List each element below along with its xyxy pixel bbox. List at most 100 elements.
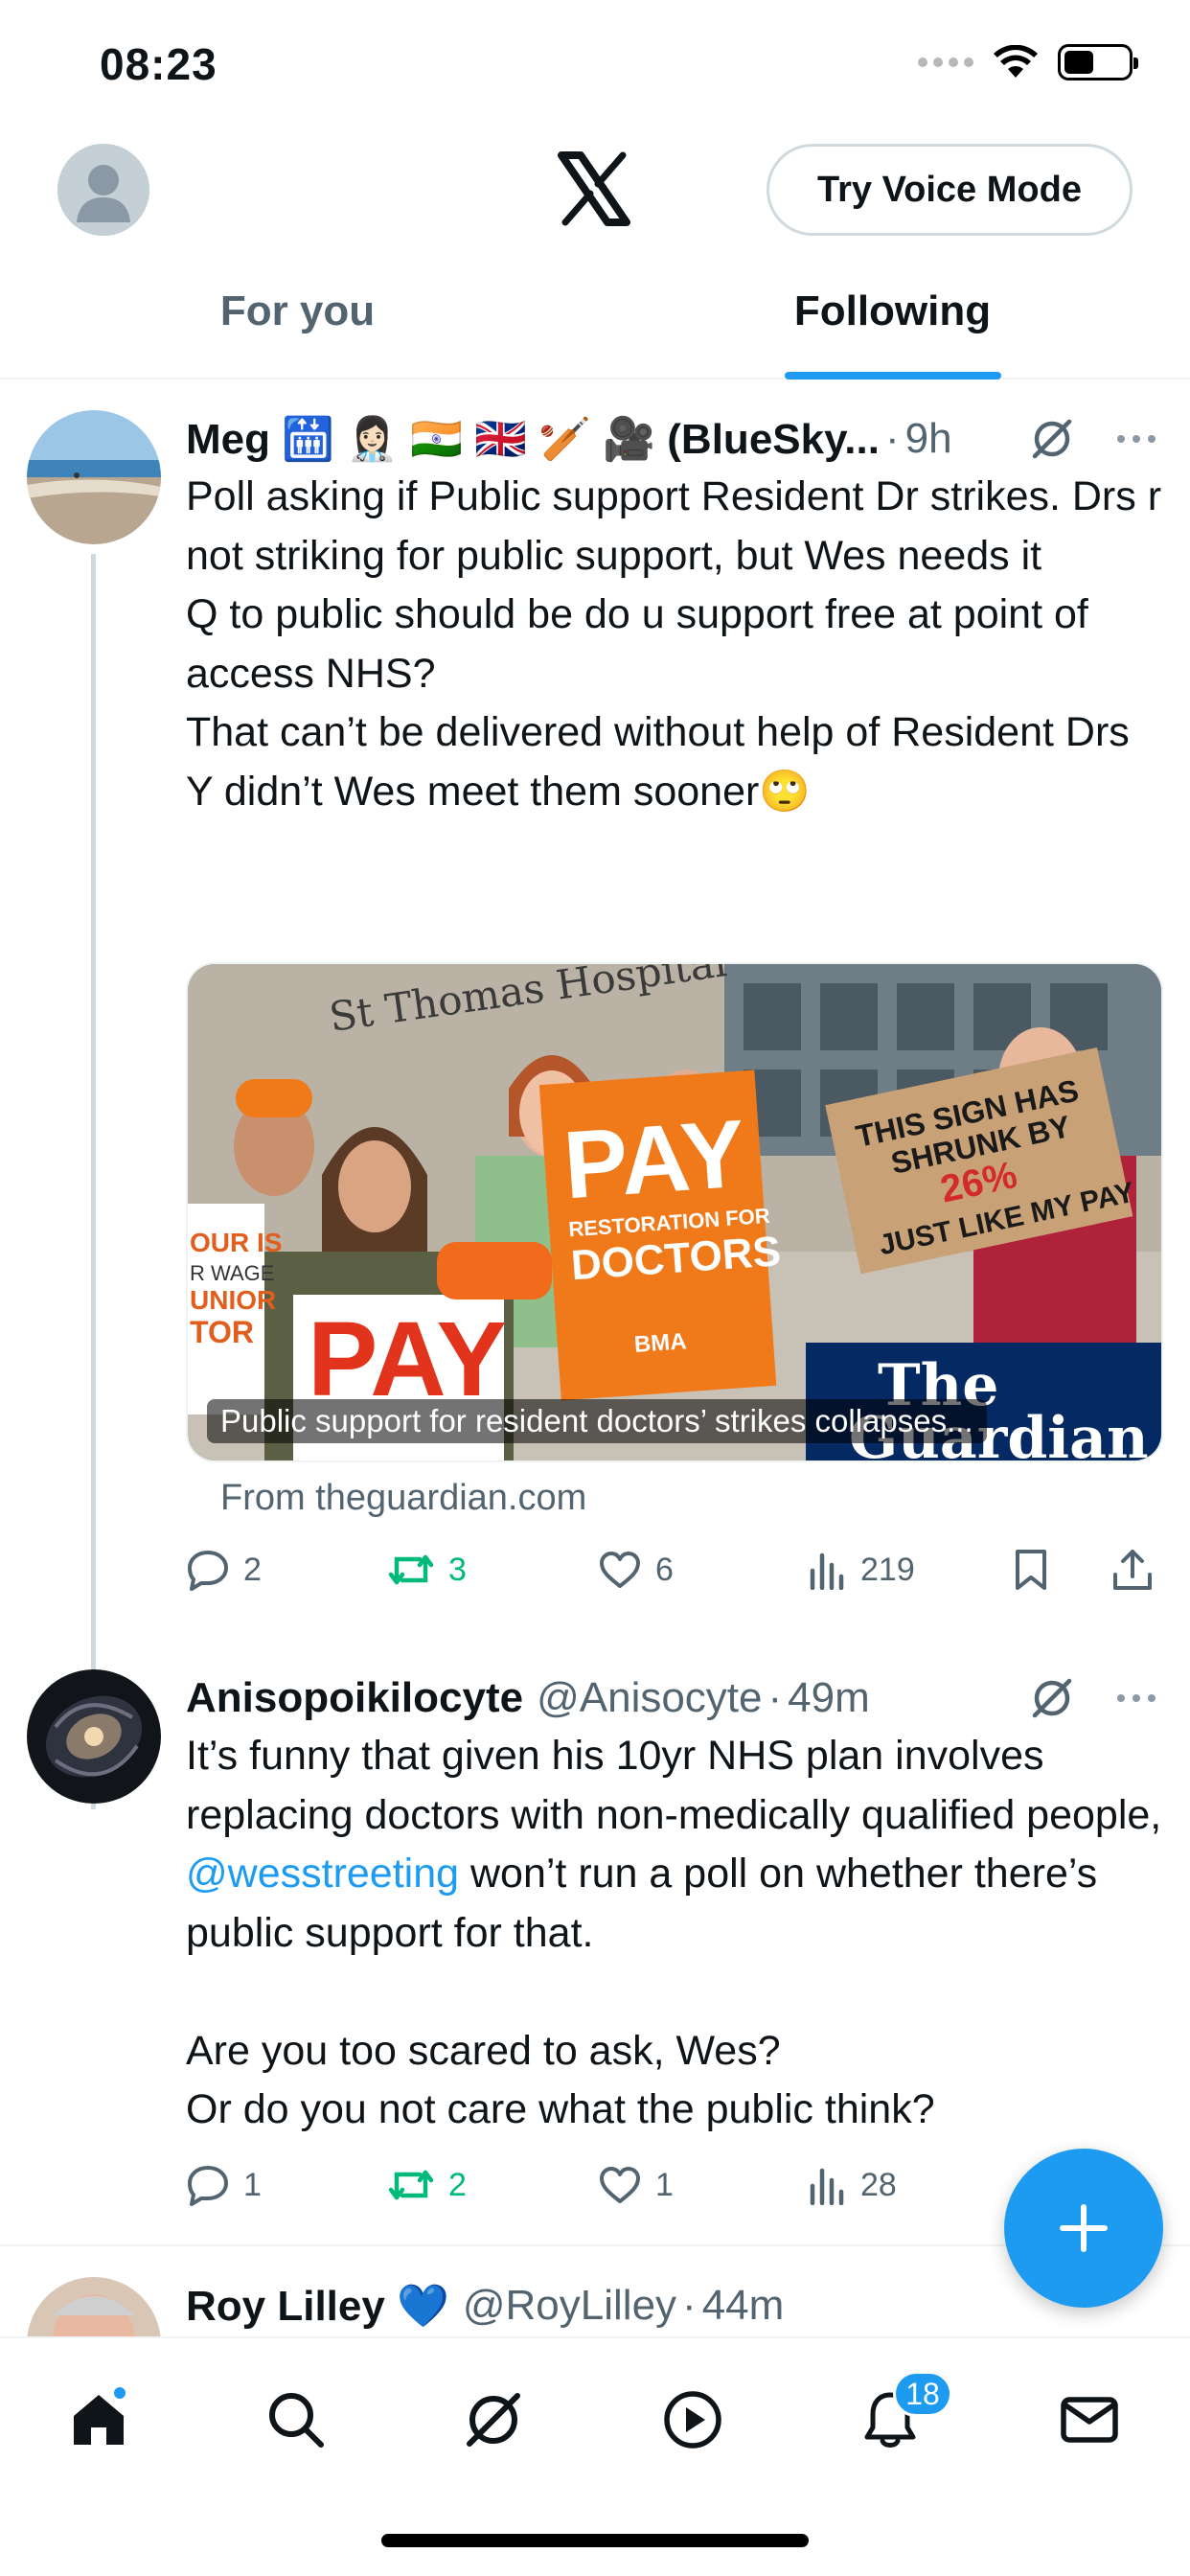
x-logo-icon — [558, 151, 630, 226]
reply-count: 1 — [243, 2166, 262, 2203]
separator: · — [767, 1674, 783, 1721]
top-header: Try Voice Mode — [0, 125, 1190, 259]
notifications-badge: 18 — [893, 2371, 952, 2417]
reply-count: 2 — [243, 1551, 262, 1588]
author-handle[interactable]: @Anisocyte — [537, 1674, 762, 1722]
bookmark-icon — [1016, 1550, 1046, 1590]
card-source[interactable]: From theguardian.com — [220, 1478, 586, 1519]
more-options-icon[interactable] — [1115, 433, 1157, 445]
views-button[interactable]: 219 — [809, 1550, 915, 1590]
post-meg[interactable]: Meg 🛗 👩🏻‍⚕️ 🇮🇳 🇬🇧 🏏 🎥 (BlueSky... · 9h P… — [0, 410, 1190, 1809]
svg-text:BMA: BMA — [633, 1328, 687, 1358]
active-tab-indicator — [784, 372, 1001, 380]
repost-count: 3 — [448, 1551, 467, 1588]
repost-count: 2 — [448, 2166, 467, 2203]
compose-post-button[interactable] — [1004, 2149, 1163, 2308]
mention-link[interactable]: @wesstreeting — [186, 1851, 459, 1897]
post-text: It’s funny that given his 10yr NHS plan … — [186, 1727, 1163, 2140]
repost-button[interactable]: 2 — [387, 2165, 467, 2205]
author-name[interactable]: Meg 🛗 👩🏻‍⚕️ 🇮🇳 🇬🇧 🏏 🎥 (BlueSky... — [186, 414, 880, 464]
card-title: Public support for resident doctors’ str… — [207, 1399, 987, 1443]
view-count: 28 — [860, 2166, 897, 2203]
nav-grok[interactable] — [450, 2377, 537, 2463]
heart-icon — [600, 2167, 640, 2203]
status-icons — [918, 44, 1138, 80]
tab-label: For you — [219, 288, 376, 334]
post-actions: 2 3 6 219 — [186, 1541, 1163, 1598]
like-count: 6 — [655, 1551, 674, 1588]
post-body: Roy Lilley 💙 @RoyLilley · 44m — [186, 2277, 1163, 2334]
more-options-icon[interactable] — [1115, 1692, 1157, 1704]
svg-text:OUR IS: OUR IS — [190, 1228, 282, 1257]
grok-icon[interactable] — [1031, 1677, 1073, 1719]
repost-icon — [388, 2170, 434, 2200]
timeline-tabs: For you Following — [0, 278, 1190, 380]
status-bar: 08:23 — [0, 0, 1190, 125]
status-time: 08:23 — [100, 39, 217, 89]
svg-text:UNIOR: UNIOR — [190, 1285, 276, 1315]
post-header: Roy Lilley 💙 @RoyLilley · 44m — [186, 2277, 1163, 2334]
repost-icon — [388, 1554, 434, 1585]
avatar[interactable] — [27, 410, 161, 544]
reply-button[interactable]: 1 — [186, 2164, 262, 2206]
author-name[interactable]: Anisopoikilocyte — [186, 1674, 523, 1722]
post-time[interactable]: 44m — [702, 2282, 785, 2330]
nav-videos[interactable] — [650, 2377, 736, 2463]
mail-icon — [1061, 2397, 1118, 2443]
home-indicator — [381, 2534, 809, 2547]
analytics-icon — [810, 1552, 844, 1590]
like-count: 1 — [655, 2166, 674, 2203]
post-roy-lilley[interactable]: Roy Lilley 💙 @RoyLilley · 44m — [0, 2277, 1190, 2336]
default-avatar-icon — [57, 144, 149, 236]
signal-icon — [918, 58, 973, 67]
reply-button[interactable]: 2 — [186, 1549, 262, 1591]
svg-text:R WAGE: R WAGE — [190, 1261, 274, 1285]
views-button[interactable]: 28 — [809, 2165, 897, 2205]
nav-home[interactable] — [56, 2377, 142, 2463]
new-posts-dot — [111, 2384, 128, 2402]
card-image: St Thomas Hospital OUR IS R WAGE UNIOR T… — [188, 964, 1161, 1460]
post-body: Anisopoikilocyte @Anisocyte · 49m It’s f… — [186, 1669, 1163, 2140]
tab-following[interactable]: Following — [595, 278, 1190, 380]
try-voice-mode-button[interactable]: Try Voice Mode — [767, 144, 1133, 236]
repost-button[interactable]: 3 — [387, 1550, 467, 1590]
heart-icon — [600, 1552, 640, 1588]
share-icon — [1113, 1550, 1152, 1590]
like-button[interactable]: 6 — [598, 1550, 674, 1590]
thread-line — [91, 554, 96, 1809]
view-count: 219 — [860, 1551, 915, 1588]
avatar[interactable] — [27, 2277, 161, 2336]
bookmark-button[interactable] — [1014, 1548, 1048, 1592]
analytics-icon — [810, 2168, 844, 2205]
grok-icon — [467, 2393, 520, 2447]
reply-icon — [188, 2166, 228, 2206]
post-time[interactable]: 9h — [905, 415, 952, 463]
link-card[interactable]: St Thomas Hospital OUR IS R WAGE UNIOR T… — [186, 962, 1163, 1462]
author-name[interactable]: Roy Lilley 💙 — [186, 2281, 449, 2331]
nav-messages[interactable] — [1046, 2377, 1133, 2463]
tab-label: Following — [793, 288, 992, 334]
author-handle[interactable]: @RoyLilley — [463, 2282, 676, 2330]
battery-icon — [1058, 44, 1138, 80]
plus-icon — [1060, 2204, 1108, 2252]
tab-for-you[interactable]: For you — [0, 278, 595, 378]
profile-avatar[interactable] — [57, 144, 149, 236]
separator: · — [884, 415, 900, 462]
post-anisopoikilocyte[interactable]: Anisopoikilocyte @Anisocyte · 49m It’s f… — [0, 1669, 1190, 2244]
reply-icon — [188, 1551, 228, 1591]
share-button[interactable] — [1111, 1548, 1154, 1592]
nav-notifications[interactable]: 18 — [847, 2371, 952, 2463]
play-icon — [664, 2391, 721, 2449]
post-time[interactable]: 49m — [788, 1674, 870, 1722]
post-body: Meg 🛗 👩🏻‍⚕️ 🇮🇳 🇬🇧 🏏 🎥 (BlueSky... · 9h P… — [186, 410, 1163, 821]
nav-search[interactable] — [253, 2377, 339, 2463]
like-button[interactable]: 1 — [598, 2165, 674, 2205]
grok-icon[interactable] — [1031, 418, 1073, 460]
search-icon — [269, 2393, 324, 2448]
avatar[interactable] — [27, 1669, 161, 1804]
post-text-part: It’s funny that given his 10yr NHS plan … — [186, 1733, 1174, 1838]
svg-text:PAY: PAY — [561, 1100, 748, 1220]
separator: · — [682, 2282, 697, 2329]
post-header: Meg 🛗 👩🏻‍⚕️ 🇮🇳 🇬🇧 🏏 🎥 (BlueSky... · 9h — [186, 410, 1163, 468]
svg-text:TOR: TOR — [190, 1315, 254, 1349]
